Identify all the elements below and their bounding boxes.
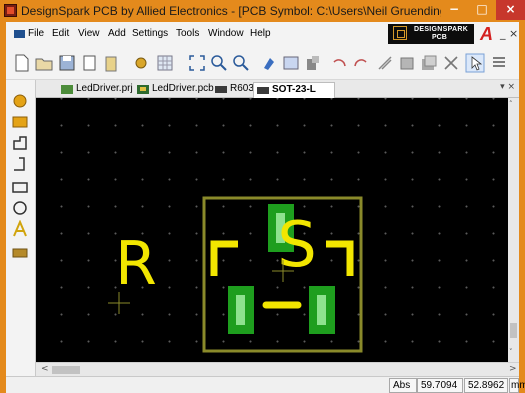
grid-icon[interactable]: [154, 52, 176, 74]
pcb-icon: [137, 85, 149, 94]
designator-text[interactable]: R: [115, 229, 157, 299]
vertical-scrollbar[interactable]: ˄ ˅: [508, 98, 519, 362]
window-title: DesignSpark PCB by Allied Electronics - …: [21, 4, 441, 18]
redo-icon[interactable]: [350, 52, 372, 74]
wizard-icon[interactable]: [130, 52, 152, 74]
tab-label: SOT-23-L: [272, 84, 316, 95]
silk-right-bracket: [326, 240, 354, 276]
left-toolbar: [6, 80, 36, 376]
layers-icon[interactable]: [280, 52, 302, 74]
document-tabs: LedDriver.prj LedDriver.pcb R603 SOT-23-…: [36, 80, 519, 98]
menu-settings[interactable]: Settings: [132, 28, 168, 39]
scroll-left-arrow[interactable]: <: [41, 364, 49, 374]
tab-r603[interactable]: R603: [212, 82, 254, 98]
pcb-canvas[interactable]: R S: [36, 98, 508, 362]
zoom-in-icon[interactable]: [208, 52, 230, 74]
rectangle-icon[interactable]: [11, 113, 29, 131]
ratsnest-icon[interactable]: [374, 52, 396, 74]
zoom-out-icon[interactable]: [230, 52, 252, 74]
document-menu-icon[interactable]: [14, 30, 25, 38]
app-window: DesignSpark PCB by Allied Electronics - …: [0, 0, 525, 393]
polyline-icon[interactable]: [11, 155, 29, 173]
delete-icon[interactable]: [440, 52, 462, 74]
maximize-button[interactable]: □: [468, 0, 496, 20]
undo-icon[interactable]: [328, 52, 350, 74]
menu-help[interactable]: Help: [250, 28, 271, 39]
menu-view[interactable]: View: [78, 28, 100, 39]
allied-logo: A: [480, 24, 493, 44]
tab-project[interactable]: LedDriver.prj: [58, 82, 133, 98]
main-toolbar: [6, 47, 519, 80]
copy-icon[interactable]: [79, 52, 101, 74]
tab-pcb[interactable]: LedDriver.pcb: [134, 82, 214, 98]
text-icon[interactable]: [11, 219, 29, 238]
vertical-scroll-thumb[interactable]: [510, 323, 517, 338]
tab-label: LedDriver.prj: [76, 83, 133, 94]
silk-left-bracket: [210, 240, 238, 276]
symbol-icon: [257, 87, 269, 94]
circle-icon[interactable]: [11, 199, 29, 217]
scroll-right-arrow[interactable]: >: [509, 364, 517, 374]
tab-label: R603: [230, 83, 254, 94]
save-icon[interactable]: [56, 52, 78, 74]
y-coordinate: 52.8962: [464, 378, 508, 393]
zoom-fit-icon[interactable]: [186, 52, 208, 74]
keyboard-icon[interactable]: [11, 244, 29, 262]
new-file-icon[interactable]: [10, 52, 32, 74]
components-icon[interactable]: [396, 52, 418, 74]
menu-add[interactable]: Add: [108, 28, 126, 39]
project-icon: [61, 85, 73, 94]
designspark-logo: DESIGNSPARK PCB: [388, 24, 474, 44]
coordinate-mode[interactable]: Abs: [389, 378, 417, 393]
scroll-down-arrow[interactable]: ˅: [509, 348, 513, 356]
units-label[interactable]: mm: [509, 378, 525, 393]
menu-tools[interactable]: Tools: [176, 28, 199, 39]
paste-icon[interactable]: [100, 52, 122, 74]
tab-label: LedDriver.pcb: [152, 83, 214, 94]
brand-line2: PCB: [432, 34, 447, 41]
menu-file[interactable]: File: [28, 28, 44, 39]
chip-logo-icon: [393, 26, 407, 40]
mdi-controls[interactable]: _ ×: [500, 27, 518, 40]
menu-window[interactable]: Window: [208, 28, 244, 39]
pad-bottom-right-inner: [317, 295, 326, 325]
menu-bar: File Edit View Add Settings Tools Window…: [6, 22, 519, 47]
brand-line1: DESIGNSPARK: [414, 26, 469, 33]
circle-fill-icon[interactable]: [11, 92, 29, 110]
symbol-icon: [215, 86, 227, 93]
select-icon[interactable]: [464, 52, 486, 74]
list-icon[interactable]: [488, 52, 510, 74]
tab-sot-23-l[interactable]: SOT-23-L: [253, 82, 335, 98]
libraries-icon[interactable]: [418, 52, 440, 74]
minimize-button[interactable]: −: [440, 0, 468, 20]
paint-icon[interactable]: [258, 52, 280, 74]
pad-bottom-left-inner: [236, 295, 245, 325]
horizontal-scroll-thumb[interactable]: [52, 366, 80, 374]
menu-edit[interactable]: Edit: [52, 28, 69, 39]
tabs-menu-button[interactable]: ▾ ×: [500, 82, 515, 92]
box-icon[interactable]: [11, 178, 29, 196]
scroll-up-arrow[interactable]: ˄: [509, 100, 513, 108]
footprint-drawing: R S: [108, 196, 363, 353]
open-folder-icon[interactable]: [33, 52, 55, 74]
horizontal-scrollbar[interactable]: < >: [36, 362, 519, 376]
close-button[interactable]: ×: [496, 0, 525, 20]
status-bar: Abs 59.7094 52.8962 mm: [6, 376, 525, 393]
title-bar[interactable]: DesignSpark PCB by Allied Electronics - …: [0, 0, 525, 22]
x-coordinate: 59.7094: [417, 378, 463, 393]
design-icon[interactable]: [302, 52, 324, 74]
shape-icon[interactable]: [11, 134, 29, 152]
app-logo-icon: [4, 4, 17, 17]
